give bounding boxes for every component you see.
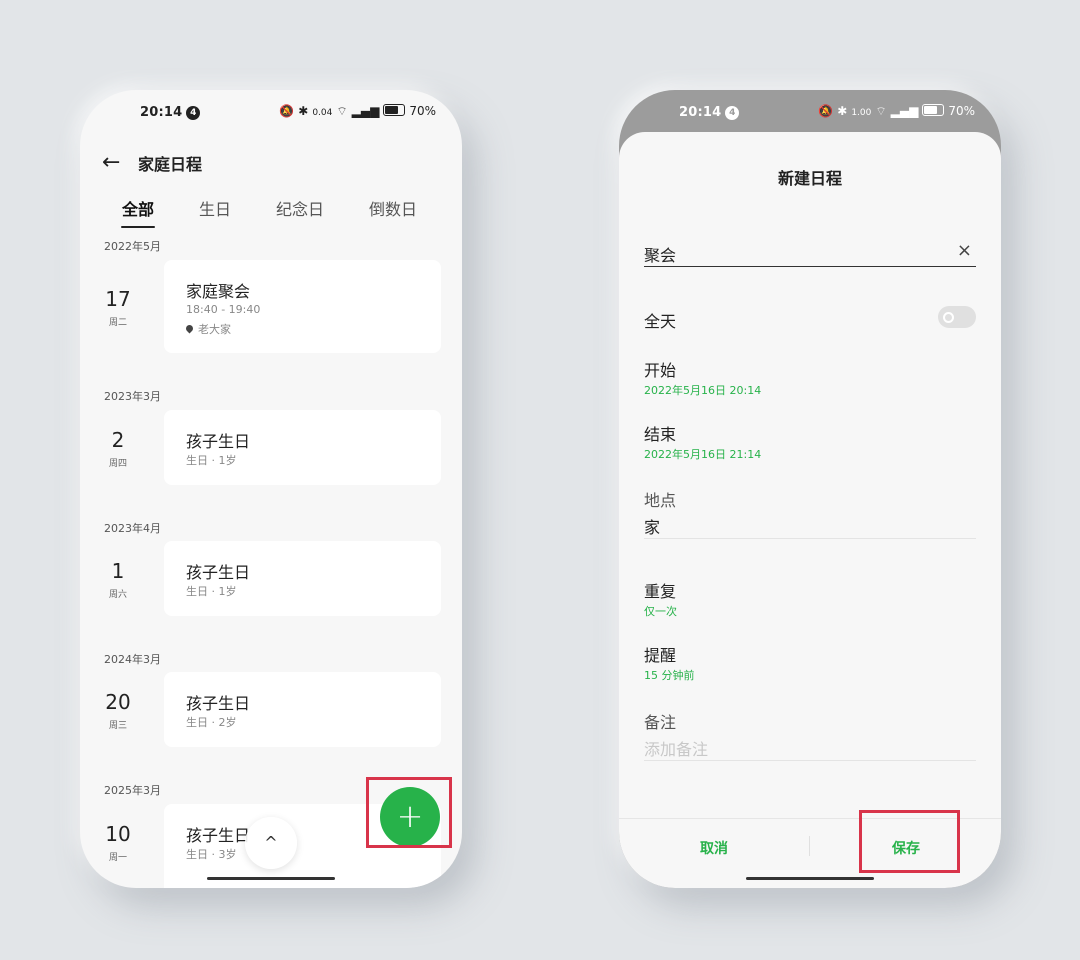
start-label[interactable]: 开始 — [644, 357, 676, 381]
event-day: 17 — [105, 287, 131, 311]
event-weekday: 周四 — [108, 459, 127, 469]
event-card[interactable]: 孩子生日 生日 · 1岁 — [164, 410, 441, 485]
bluetooth-icon: ✱ — [298, 104, 309, 118]
tab-countdown[interactable]: 倒数日 — [369, 196, 417, 220]
event-title: 孩子生日 — [186, 563, 251, 582]
notification-badge: 4 — [725, 106, 740, 120]
reminder-label[interactable]: 提醒 — [644, 642, 676, 666]
net-speed: 1.00 — [851, 108, 872, 118]
back-arrow-icon[interactable]: ← — [102, 150, 138, 175]
mute-icon: 🔕 — [818, 104, 834, 118]
event-subtitle: 生日 · 2岁 — [186, 716, 237, 729]
battery-icon — [922, 104, 945, 116]
location-divider — [644, 538, 976, 539]
event-date: 17 周二 — [100, 287, 136, 328]
location-input[interactable]: 家 — [644, 514, 660, 538]
month-group-label: 2022年5月 — [104, 240, 161, 253]
status-bar: 20:14 4 🔕 ✱ 1.00 ⌔ ▂▄▆ 70% — [619, 90, 1001, 136]
location-pin-icon — [184, 323, 195, 334]
page-header: ← 家庭日程 — [102, 150, 202, 175]
status-icons: 🔕 ✱ 1.00 ⌔ ▂▄▆ 70% — [814, 104, 975, 119]
scroll-to-top-button[interactable]: ^ — [245, 817, 297, 869]
allday-toggle[interactable] — [938, 306, 976, 328]
net-speed: 0.04 — [312, 108, 333, 118]
start-value[interactable]: 2022年5月16日 20:14 — [644, 382, 761, 398]
mute-icon: 🔕 — [279, 104, 295, 118]
end-label[interactable]: 结束 — [644, 421, 676, 445]
event-subtitle: 生日 · 3岁 — [186, 848, 237, 861]
phone-screen-new-event: 20:14 4 🔕 ✱ 1.00 ⌔ ▂▄▆ 70% 新建日程 聚会 × 全天 开始 202… — [619, 90, 1001, 888]
wifi-icon: ⌔ — [875, 104, 887, 118]
event-date: 20 周三 — [100, 690, 136, 731]
event-date: 2 周四 — [100, 428, 136, 469]
event-date: 1 周六 — [100, 559, 136, 600]
tab-birthday[interactable]: 生日 — [199, 196, 231, 220]
tab-anniversary[interactable]: 纪念日 — [276, 196, 324, 220]
notes-divider — [644, 760, 976, 761]
event-weekday: 周三 — [108, 721, 127, 731]
event-location: 老大家 — [184, 321, 231, 337]
home-indicator — [746, 877, 874, 880]
signal-icon: ▂▄▆ — [890, 104, 919, 118]
month-group-label: 2023年3月 — [104, 390, 161, 403]
page-title: 家庭日程 — [138, 154, 203, 174]
phone-screen-family-schedule: 20:14 4 🔕 ✱ 0.04 ⌔ ▂▄▆ 70% ← 家庭日程 全部 生日 纪念日 倒数… — [80, 90, 462, 888]
tab-all[interactable]: 全部 — [122, 196, 154, 220]
notes-label: 备注 — [644, 713, 677, 732]
status-bar: 20:14 4 🔕 ✱ 0.04 ⌔ ▂▄▆ 70% — [80, 90, 462, 136]
highlight-box — [366, 777, 452, 848]
month-group-label: 2023年4月 — [104, 522, 161, 535]
highlight-box — [859, 810, 960, 873]
event-card[interactable]: 孩子生日 生日 · 2岁 — [164, 672, 441, 747]
event-time: 18:40 - 19:40 — [186, 303, 261, 316]
event-day: 1 — [111, 559, 125, 583]
event-day: 10 — [105, 822, 131, 846]
new-event-sheet: 新建日程 聚会 × 全天 开始 2022年5月16日 20:14 结束 2022… — [619, 132, 1001, 888]
battery-level: 70% — [409, 104, 436, 118]
event-weekday: 周一 — [108, 853, 127, 863]
chevron-up-icon: ^ — [264, 833, 278, 852]
repeat-label[interactable]: 重复 — [644, 578, 676, 602]
wifi-icon: ⌔ — [336, 104, 348, 118]
event-day: 20 — [105, 690, 131, 714]
battery-icon — [383, 104, 406, 116]
notification-badge: 4 — [186, 106, 201, 120]
repeat-value[interactable]: 仅一次 — [644, 603, 677, 619]
event-weekday: 周二 — [108, 318, 127, 328]
status-time: 20:14 4 — [679, 105, 740, 120]
cancel-button[interactable]: 取消 — [700, 838, 728, 858]
allday-label: 全天 — [644, 312, 677, 331]
sheet-title: 新建日程 — [777, 169, 842, 188]
event-subtitle: 生日 · 1岁 — [186, 585, 237, 598]
event-weekday: 周六 — [108, 590, 127, 600]
status-time: 20:14 4 — [140, 105, 201, 120]
event-name-input[interactable]: 聚会 × — [644, 240, 976, 267]
end-value[interactable]: 2022年5月16日 21:14 — [644, 446, 761, 462]
event-name-value: 聚会 — [644, 246, 677, 265]
home-indicator — [207, 877, 335, 880]
bluetooth-icon: ✱ — [837, 104, 848, 118]
event-title: 孩子生日 — [186, 694, 251, 713]
location-label: 地点 — [644, 491, 677, 510]
event-title: 家庭聚会 — [186, 282, 251, 301]
month-group-label: 2025年3月 — [104, 784, 161, 797]
event-date: 10 周一 — [100, 822, 136, 863]
signal-icon: ▂▄▆ — [351, 104, 380, 118]
reminder-value[interactable]: 15 分钟前 — [644, 667, 695, 683]
battery-level: 70% — [948, 104, 975, 118]
event-subtitle: 生日 · 1岁 — [186, 454, 237, 467]
clear-icon[interactable]: × — [957, 240, 972, 261]
event-title: 孩子生日 — [186, 432, 251, 451]
event-card[interactable]: 孩子生日 生日 · 1岁 — [164, 541, 441, 616]
event-day: 2 — [111, 428, 125, 452]
event-title: 孩子生日 — [186, 826, 251, 845]
active-tab-indicator — [121, 226, 155, 228]
status-icons: 🔕 ✱ 0.04 ⌔ ▂▄▆ 70% — [275, 104, 436, 119]
event-card[interactable]: 家庭聚会 18:40 - 19:40 老大家 — [164, 260, 441, 353]
button-separator — [809, 836, 810, 856]
notes-input[interactable]: 添加备注 — [644, 736, 708, 760]
month-group-label: 2024年3月 — [104, 653, 161, 666]
